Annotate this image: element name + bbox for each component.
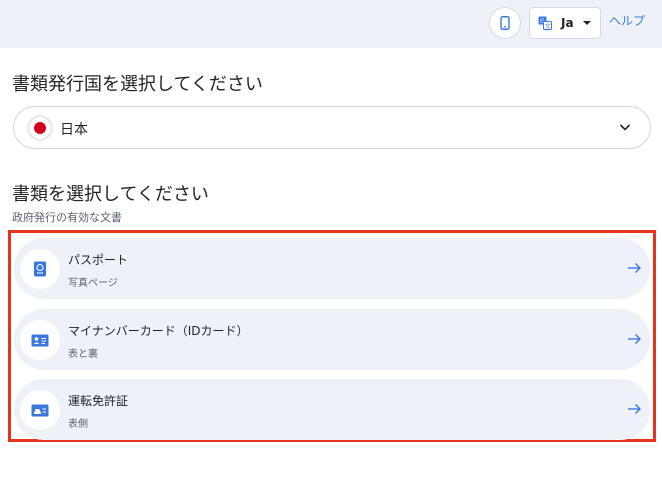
svg-text:文: 文 (545, 22, 551, 30)
help-link[interactable]: ヘルプ (609, 12, 645, 29)
caret-down-icon (582, 21, 591, 25)
mobile-phone-icon (500, 16, 510, 30)
document-option-subtitle: 表側 (68, 419, 88, 430)
device-switch-button[interactable] (489, 7, 521, 39)
document-option-title: 運転免許証 (68, 394, 129, 408)
document-option-subtitle: 表と裏 (68, 349, 98, 360)
country-select[interactable]: 日本 (13, 106, 651, 149)
japan-flag-icon (29, 117, 51, 139)
language-selector[interactable]: G 文 Ja (529, 7, 601, 39)
translate-icon: G 文 (538, 16, 552, 30)
id-card-icon (20, 320, 60, 360)
language-label: Ja (561, 16, 574, 30)
arrow-right-icon (628, 404, 641, 414)
document-option-mynumber-card[interactable]: マイナンバーカード（IDカード） 表と裏 (14, 309, 650, 370)
arrow-right-icon (628, 334, 641, 344)
document-option-title: マイナンバーカード（IDカード） (68, 324, 249, 338)
document-section-title: 書類を選択してください (12, 184, 209, 205)
chevron-down-icon (619, 124, 631, 131)
document-option-drivers-license[interactable]: 運転免許証 表側 (14, 379, 650, 440)
drivers-license-icon (20, 390, 60, 430)
document-option-title: パスポート (68, 253, 129, 267)
document-section-subtitle: 政府発行の有効な文書 (12, 211, 122, 224)
country-section-title: 書類発行国を選択してください (12, 74, 263, 95)
top-bar: G 文 Ja ヘルプ (0, 0, 662, 48)
document-option-passport[interactable]: パスポート 写真ページ (14, 238, 650, 299)
arrow-right-icon (628, 263, 641, 273)
selected-country: 日本 (60, 122, 88, 138)
document-option-subtitle: 写真ページ (68, 278, 118, 289)
passport-icon (20, 249, 60, 289)
